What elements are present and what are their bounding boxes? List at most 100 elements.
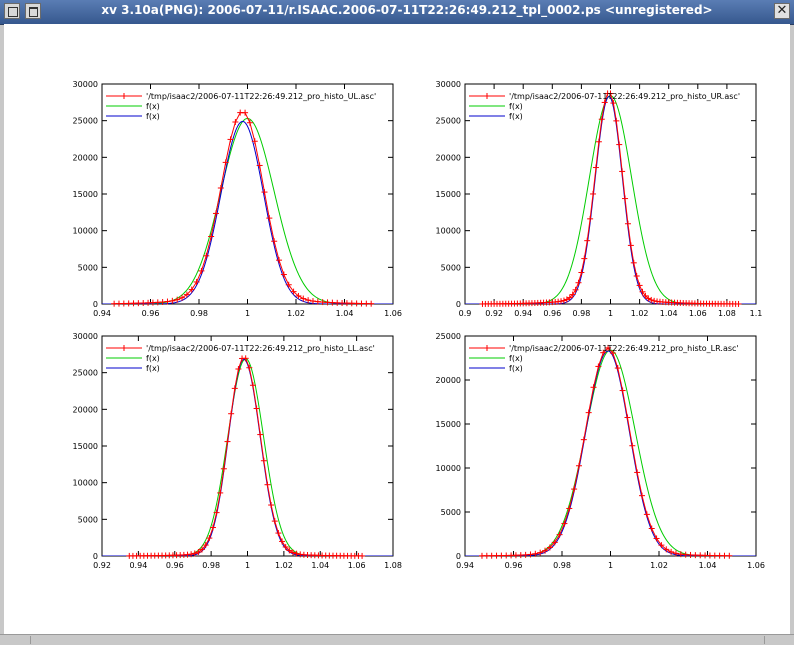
data-point (231, 385, 238, 392)
data-point (212, 210, 219, 217)
y-tick-label: 25000 (73, 117, 98, 126)
y-tick-label: 0 (93, 300, 98, 309)
data-point (619, 387, 626, 394)
y-tick-label: 15000 (436, 420, 461, 429)
legend-label: '/tmp/isaac2/2006-07-11T22:26:49.212_pro… (146, 92, 376, 101)
data-point (592, 164, 599, 171)
data-point (261, 189, 268, 196)
y-tick-label: 25000 (436, 332, 461, 341)
x-tick-label: 1.06 (348, 561, 366, 570)
data-point (595, 363, 602, 370)
frame-handle-left[interactable] (0, 636, 31, 644)
y-tick-label: 25000 (436, 117, 461, 126)
close-icon: ✕ (776, 3, 788, 18)
plots-svg: 0500010000150002000025000300000.94 0.96 0.… (73, 80, 765, 570)
data-point (590, 190, 597, 197)
y-tick-label: 30000 (73, 80, 98, 89)
y-tick-label: 15000 (73, 190, 98, 199)
x-tick-label: 1.02 (287, 309, 305, 318)
x-tick-label: 1.02 (650, 561, 668, 570)
legend-label: f(x) (146, 112, 160, 121)
plot-UR: 0 5000 10000 15000 20000 25000 30000 0.9 0.92 0.9… (436, 80, 763, 318)
x-tick-label: 1.04 (699, 561, 717, 570)
data-line (481, 347, 730, 556)
data-point (643, 511, 650, 518)
legend-label: f(x) (146, 354, 160, 363)
y-tick-label: 20000 (73, 153, 98, 162)
data-point (257, 431, 264, 438)
x-tick-label: 0.96 (142, 309, 160, 318)
plot-LL: 0 5000 10000 15000 20000 25000 30000 0.92 0.94 0.… (73, 332, 402, 570)
legend-label: f(x) (509, 364, 523, 373)
close-button[interactable]: ✕ (774, 3, 790, 19)
series-line-2 (102, 120, 393, 304)
data-point (260, 457, 267, 464)
data-point (242, 109, 249, 116)
data-point (630, 259, 637, 266)
plot-UL: 0 5000 10000 15000 20000 25000 30000 0.94 0.96 0.… (73, 80, 402, 318)
data-point (616, 141, 623, 148)
image-canvas[interactable]: 0 5000 10000 15000 20000 25000 30000 0.94 0.96 0.… (4, 24, 790, 634)
title-bar[interactable]: xv 3.10a(PNG): 2006-07-11/r.ISAAC.2006-0… (0, 0, 794, 25)
x-tick-label: 1.06 (689, 309, 707, 318)
y-tick-label: 0 (93, 552, 98, 561)
x-tick-label: 0.94 (93, 309, 111, 318)
data-point (587, 215, 594, 222)
x-tick-label: 0.94 (514, 309, 532, 318)
window-menu-icon (8, 7, 18, 17)
x-tick-label: 0.98 (190, 309, 208, 318)
legend-label: '/tmp/isaac2/2006-07-11T22:26:49.212_pro… (509, 344, 739, 353)
series-line-1 (465, 95, 756, 304)
data-point (580, 436, 587, 443)
data-point (633, 273, 640, 280)
y-tick-label: 10000 (73, 227, 98, 236)
y-tick-label: 20000 (436, 376, 461, 385)
x-tick-label: 1.06 (747, 561, 765, 570)
x-tick-label: 1.04 (311, 561, 329, 570)
x-tick-label: 0.94 (129, 561, 147, 570)
data-point (613, 117, 620, 124)
series-line-2 (102, 358, 393, 556)
y-tick-label: 5000 (441, 263, 461, 272)
x-tick-label: 1.08 (384, 561, 402, 570)
y-tick-label: 30000 (436, 80, 461, 89)
data-line (482, 92, 739, 304)
plot-LR: 0 5000 10000 15000 20000 25000 0.94 0.96 0.98 1 1.… (436, 332, 765, 570)
data-point (275, 530, 282, 537)
y-tick-label: 15000 (73, 442, 98, 451)
data-point (622, 195, 629, 202)
maximize-icon (29, 7, 38, 17)
data-point (224, 438, 231, 445)
data-point (368, 300, 375, 307)
frame-handle-right[interactable] (764, 636, 794, 644)
x-tick-label: 0.92 (93, 561, 111, 570)
y-tick-label: 15000 (436, 190, 461, 199)
data-point (271, 518, 278, 525)
legend-label: f(x) (146, 102, 160, 111)
data-point (571, 486, 578, 493)
legend-label: '/tmp/isaac2/2006-07-11T22:26:49.212_pro… (509, 92, 740, 101)
series-line-1 (102, 358, 393, 556)
y-tick-label: 5000 (78, 263, 98, 272)
x-tick-label: 1.04 (660, 309, 678, 318)
x-tick-label: 1 (608, 309, 613, 318)
data-point (266, 215, 273, 222)
data-point (359, 552, 366, 559)
data-point (624, 414, 631, 421)
data-point (264, 481, 271, 488)
x-tick-label: 1 (245, 561, 250, 570)
x-tick-label: 0.92 (485, 309, 503, 318)
y-tick-label: 25000 (73, 369, 98, 378)
x-tick-label: 0.98 (553, 561, 571, 570)
y-tick-label: 0 (456, 552, 461, 561)
window-menu-button[interactable] (4, 3, 20, 19)
data-point (575, 462, 582, 469)
x-tick-label: 0.94 (456, 561, 474, 570)
data-point (581, 255, 588, 262)
data-point (627, 242, 634, 249)
y-tick-label: 0 (456, 300, 461, 309)
legend-label: f(x) (146, 364, 160, 373)
legend-label: f(x) (509, 354, 523, 363)
maximize-button[interactable] (25, 3, 41, 19)
x-tick-label: 0.96 (166, 561, 184, 570)
